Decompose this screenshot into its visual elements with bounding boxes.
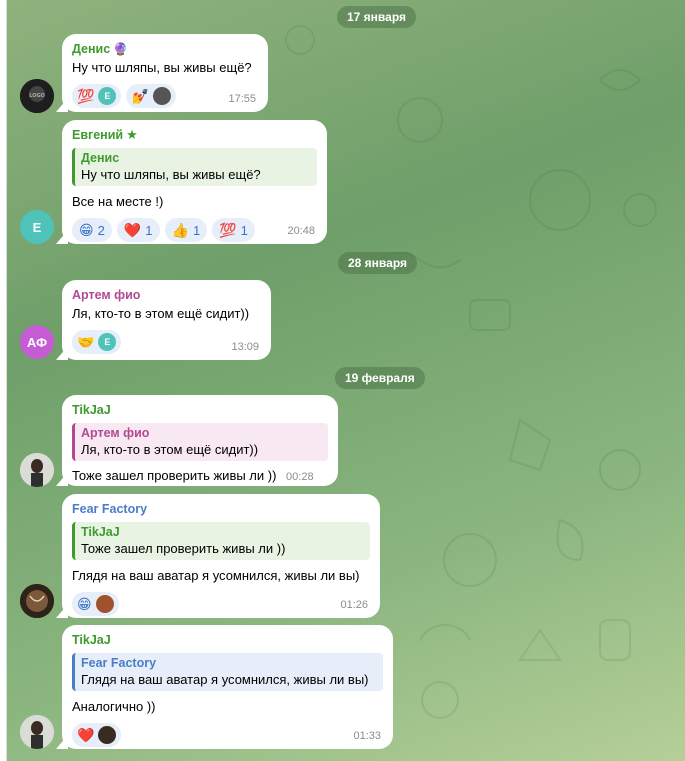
sender-name[interactable]: TikJaJ (72, 402, 328, 418)
message-time: 17:55 (228, 93, 256, 105)
reactions-row: 😁 (72, 592, 370, 616)
message-bubble[interactable]: TikJaJ Артем фио Ля, кто-то в этом ещё с… (62, 395, 338, 486)
reply-sender: Fear Factory (81, 656, 157, 670)
reaction-hundred[interactable]: 💯 1 (212, 218, 255, 242)
message-bubble[interactable]: Артем фио Ля, кто-то в этом ещё сидит)) … (62, 280, 271, 360)
reply-quote[interactable]: Денис Ну что шляпы, вы живы ещё? (72, 148, 317, 186)
date-separator-jan-28: 28 января (338, 252, 417, 274)
reply-sender: Денис (81, 151, 120, 165)
reply-text: Ну что шляпы, вы живы ещё? (81, 167, 261, 182)
svg-text:LOGO: LOGO (29, 93, 45, 99)
reply-quote[interactable]: TikJaJ Тоже зашел проверить живы ли )) (72, 522, 370, 560)
reply-sender: Артем фио (81, 426, 150, 440)
message-bubble[interactable]: Денис 🔮 Ну что шляпы, вы живы ещё? 💯 Е 💅… (62, 34, 268, 112)
message-text: Аналогично )) (72, 699, 156, 714)
reactor-avatar (98, 726, 117, 744)
sender-name[interactable]: TikJaJ (72, 632, 383, 648)
reply-quote[interactable]: Fear Factory Глядя на ваш аватар я усомн… (72, 653, 383, 691)
avatar-denis[interactable]: LOGO (20, 79, 54, 113)
message-text: Ну что шляпы, вы живы ещё? (72, 60, 252, 75)
reactor-avatar (95, 595, 114, 613)
message-time: 20:48 (287, 225, 315, 237)
message-text-row: Тоже зашел проверить живы ли )) 00:28 (72, 467, 328, 486)
sender-name[interactable]: Денис 🔮 (72, 41, 258, 57)
sidebar-edge (0, 0, 7, 761)
avatar-evgeniy[interactable]: Е (20, 210, 54, 244)
reaction-heart[interactable]: ❤️ (72, 723, 122, 747)
reaction-thumbs-up[interactable]: 👍 1 (164, 218, 208, 242)
message-time: 01:33 (353, 730, 381, 742)
message-time: 00:28 (286, 471, 314, 483)
avatar-tikjaj[interactable] (20, 715, 54, 749)
date-separator-feb-19: 19 февраля (335, 367, 425, 389)
message-time: 13:09 (231, 341, 259, 353)
date-separator-jan-17: 17 января (337, 6, 416, 28)
message-text: Глядя на ваш аватар я усомнился, живы ли… (72, 568, 360, 583)
reaction-handshake[interactable]: 🤝 Е (72, 330, 122, 354)
reply-text: Тоже зашел проверить живы ли )) (81, 541, 286, 556)
nail-polish-icon: 💅 (131, 88, 149, 104)
crystal-ball-icon: 🔮 (113, 42, 129, 56)
sender-name[interactable]: Fear Factory (72, 501, 370, 517)
avatar-fear-factory[interactable] (20, 584, 54, 618)
star-icon: ★ (126, 127, 138, 142)
sender-name[interactable]: Артем фио (72, 287, 261, 303)
reactions-row: 😁 2 ❤️ 1 👍 1 💯 1 (72, 218, 317, 242)
avatar-artem[interactable]: АФ (20, 325, 54, 359)
reactor-avatar (152, 87, 171, 105)
reply-sender: TikJaJ (81, 525, 120, 539)
reactor-avatar: Е (98, 333, 117, 351)
message-text: Ля, кто-то в этом ещё сидит)) (72, 306, 250, 321)
message-bubble[interactable]: Евгений ★ Денис Ну что шляпы, вы живы ещ… (62, 120, 327, 244)
reply-text: Глядя на ваш аватар я усомнился, живы ли… (81, 672, 369, 687)
sender-name[interactable]: Евгений ★ (72, 127, 317, 143)
message-text: Тоже зашел проверить живы ли )) (72, 468, 277, 483)
message-bubble[interactable]: TikJaJ Fear Factory Глядя на ваш аватар … (62, 625, 393, 749)
reply-quote[interactable]: Артем фио Ля, кто-то в этом ещё сидит)) (72, 423, 328, 461)
reaction-hundred[interactable]: 💯 Е (72, 84, 122, 108)
reaction-heart[interactable]: ❤️ 1 (116, 218, 160, 242)
reactor-avatar: Е (98, 87, 117, 105)
reactions-row: ❤️ (72, 723, 383, 747)
reaction-grin[interactable]: 😁 (72, 592, 119, 616)
reaction-grin[interactable]: 😁 2 (72, 218, 112, 242)
message-time: 01:26 (340, 599, 368, 611)
message-bubble[interactable]: Fear Factory TikJaJ Тоже зашел проверить… (62, 494, 380, 618)
avatar-tikjaj[interactable] (20, 453, 54, 487)
reply-text: Ля, кто-то в этом ещё сидит)) (81, 442, 259, 457)
message-text: Все на месте !) (72, 194, 164, 209)
reaction-nail-polish[interactable]: 💅 (126, 84, 176, 108)
